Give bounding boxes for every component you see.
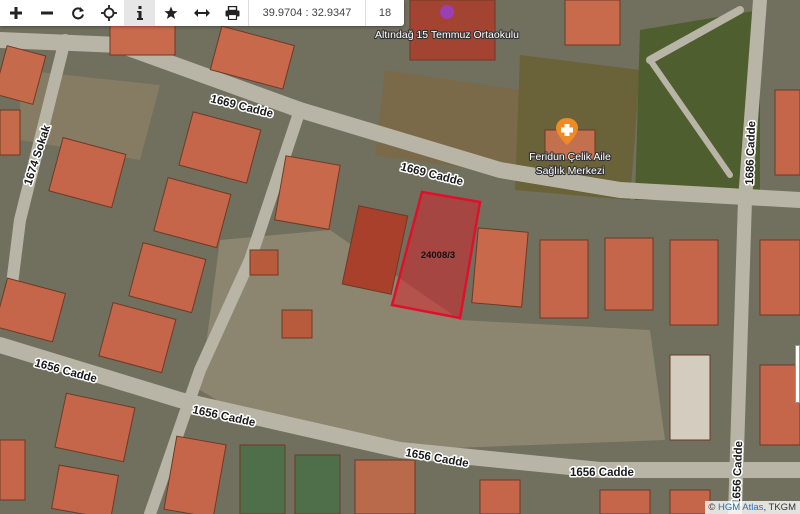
copyright-symbol: ©: [708, 502, 716, 513]
arrows-horizontal-icon: [193, 9, 210, 17]
attribution-separator: ,: [763, 502, 767, 513]
map-attribution: © HGM Atlas, TKGM: [705, 501, 800, 514]
refresh-button[interactable]: [62, 0, 93, 26]
zoom-in-button[interactable]: [0, 0, 31, 26]
measure-button[interactable]: [186, 0, 217, 26]
minus-icon: [40, 11, 53, 15]
zoom-level: 18: [378, 7, 392, 19]
refresh-icon: [71, 7, 84, 20]
satellite-map[interactable]: 24008/3 1669 Cadde 1669 Cadde 1674 Sokak…: [0, 0, 800, 514]
health-cross-horizontal: [561, 127, 573, 133]
crosshair-icon: [100, 5, 117, 21]
attribution-link[interactable]: HGM Atlas: [718, 502, 763, 513]
school-marker-icon[interactable]: [440, 5, 454, 19]
road-label-1656-east: 1656 Cadde: [570, 467, 634, 479]
map-toolbar: 39.9704 : 32.9347 18: [0, 0, 404, 26]
star-icon: [164, 6, 177, 19]
zoom-out-button[interactable]: [31, 0, 62, 26]
attribution-provider: TKGM: [768, 502, 796, 513]
info-icon: [136, 6, 143, 20]
side-panel-handle[interactable]: [795, 345, 800, 403]
health-label-line1: Feridun Çelik Aile: [529, 151, 611, 163]
printer-icon: [225, 6, 240, 20]
locate-button[interactable]: [93, 0, 124, 26]
health-label-line2: Sağlık Merkezi: [536, 165, 605, 177]
road-label-1656-vert: 1656 Cadde: [731, 441, 745, 505]
favorite-button[interactable]: [155, 0, 186, 26]
print-button[interactable]: [217, 0, 248, 26]
plus-icon: [9, 7, 22, 19]
coordinate-readout: 39.9704 : 32.9347: [248, 0, 366, 26]
road-label-1686: 1686 Cadde: [744, 121, 758, 185]
info-button[interactable]: [124, 0, 155, 26]
school-label: Altındağ 15 Temmuz Ortaokulu: [375, 29, 519, 41]
parcel-label: 24008/3: [421, 250, 455, 261]
